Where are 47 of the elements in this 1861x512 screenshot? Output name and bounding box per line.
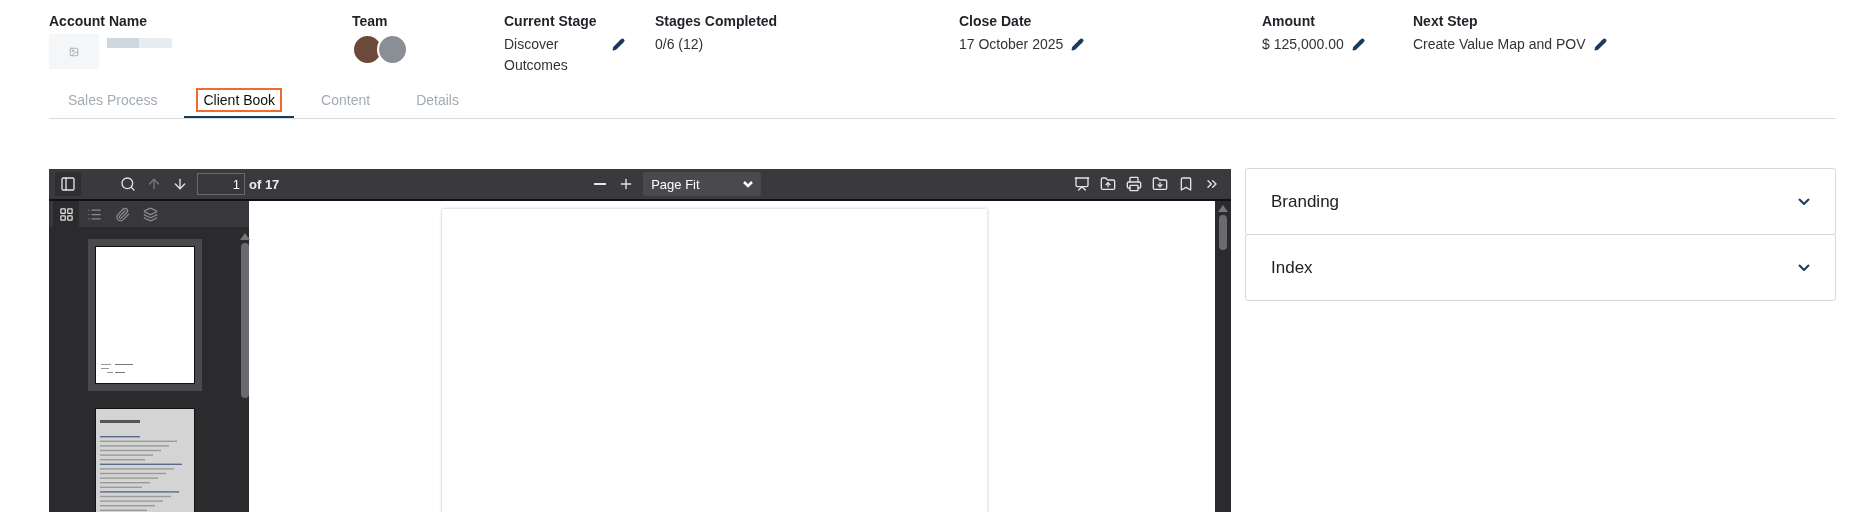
scroll-up-icon[interactable] <box>239 233 250 240</box>
folder-upload-icon <box>1100 176 1116 192</box>
field-value: Create Value Map and POV <box>1413 35 1586 54</box>
scroll-thumb[interactable] <box>240 243 249 398</box>
page-count: of 17 <box>249 176 280 192</box>
presentation-icon <box>1074 176 1090 192</box>
pencil-icon[interactable] <box>1593 38 1607 51</box>
field-value: $ 125,000.00 <box>1262 35 1344 54</box>
field-label: Current Stage <box>504 13 598 29</box>
field-label: Team <box>352 13 389 29</box>
page-number-field[interactable]: 1 <box>197 173 245 195</box>
chevron-icon <box>743 180 754 188</box>
layers-icon <box>142 206 158 222</box>
grid-icon <box>58 206 74 222</box>
sidebar-toggle-button[interactable] <box>55 172 81 196</box>
chevron-icon <box>1798 198 1810 205</box>
redacted-name <box>107 38 172 48</box>
grid-tab[interactable] <box>53 201 79 227</box>
minus-icon <box>594 183 607 185</box>
pencil-icon[interactable] <box>612 38 625 51</box>
sidebar-toggle-icon <box>60 176 76 192</box>
page-thumbnail[interactable] <box>94 246 195 384</box>
chevron-icon <box>1798 264 1810 271</box>
folder-download-icon <box>1152 176 1168 192</box>
pencil-icon[interactable] <box>1071 38 1085 51</box>
arrow-down-icon <box>172 176 188 192</box>
accordion-header[interactable]: Index <box>1245 234 1836 301</box>
tab[interactable]: Client Book <box>184 83 295 118</box>
search-icon <box>120 176 136 192</box>
field-value: Discover Outcomes <box>504 35 569 75</box>
image-icon <box>69 46 79 57</box>
field-label: Stages Completed <box>655 13 779 29</box>
zoom-dropdown[interactable]: Page Fit <box>643 172 762 196</box>
page-thumbnail[interactable] <box>94 408 195 512</box>
print-icon <box>1126 176 1142 192</box>
bookmark-icon <box>1178 176 1194 192</box>
field-label: Amount <box>1262 13 1316 29</box>
accordion-header[interactable]: Branding <box>1245 168 1836 235</box>
field-label: Next Step <box>1413 13 1479 29</box>
field-value: 0/6 (12) <box>655 35 704 54</box>
field-label: Close Date <box>959 13 1033 29</box>
scroll-thumb[interactable] <box>1219 215 1227 250</box>
pencil-icon[interactable] <box>1351 38 1365 51</box>
paperclip-icon <box>114 206 130 222</box>
field-label: Account Name <box>49 13 149 29</box>
list-icon <box>86 206 102 222</box>
field-value: 17 October 2025 <box>959 35 1064 54</box>
